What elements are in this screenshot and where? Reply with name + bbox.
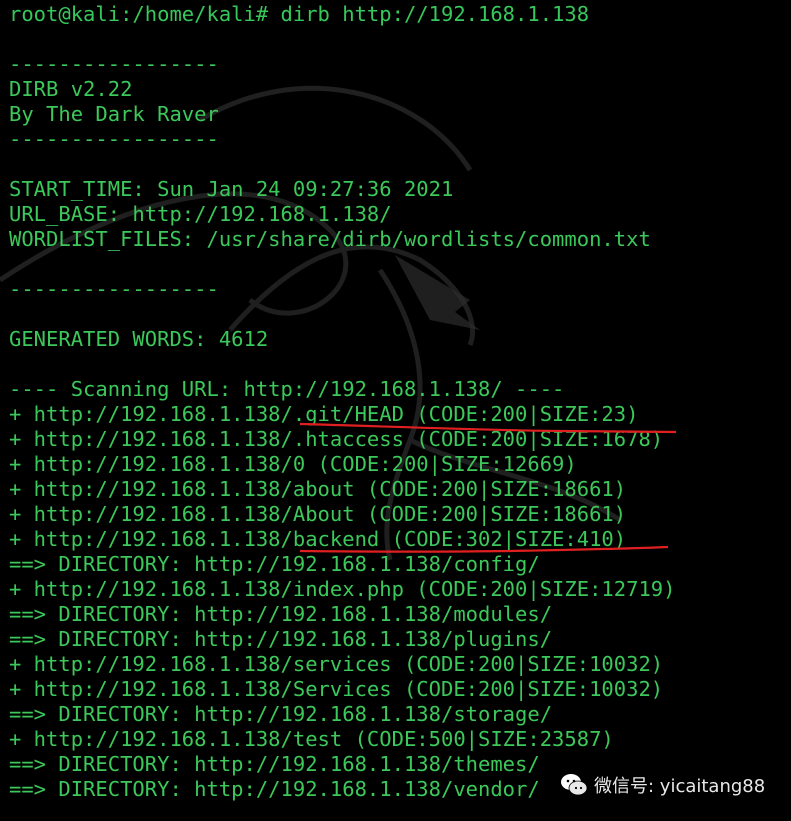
wechat-icon <box>561 774 588 796</box>
start-time-line: START_TIME: Sun Jan 24 09:27:36 2021 <box>9 177 454 201</box>
terminal-output: root@kali:/home/kali# dirb http://192.16… <box>9 2 791 802</box>
result-line: + http://192.168.1.138/.htaccess (CODE:2… <box>9 427 664 451</box>
result-line: + http://192.168.1.138/test (CODE:500|SI… <box>9 727 614 751</box>
terminal-window[interactable]: root@kali:/home/kali# dirb http://192.16… <box>0 0 791 821</box>
result-line: + http://192.168.1.138/Services (CODE:20… <box>9 677 664 701</box>
separator-line: ----------------- <box>9 277 219 301</box>
dirb-author: By The Dark Raver <box>9 102 219 126</box>
command-prompt-line: root@kali:/home/kali# dirb http://192.16… <box>9 2 590 26</box>
dirb-version: DIRB v2.22 <box>9 77 133 101</box>
watermark-text: 微信号: yicaitang88 <box>594 776 766 797</box>
result-line: + http://192.168.1.138/About (CODE:200|S… <box>9 502 627 526</box>
result-line: + http://192.168.1.138/index.php (CODE:2… <box>9 577 676 601</box>
generated-words-line: GENERATED WORDS: 4612 <box>9 327 269 351</box>
result-line: + http://192.168.1.138/about (CODE:200|S… <box>9 477 627 501</box>
directory-line: ==> DIRECTORY: http://192.168.1.138/modu… <box>9 602 553 626</box>
separator-line: ----------------- <box>9 127 219 151</box>
scanning-url-line: ---- Scanning URL: http://192.168.1.138/… <box>9 377 565 401</box>
result-line: + http://192.168.1.138/services (CODE:20… <box>9 652 664 676</box>
result-line: + http://192.168.1.138/backend (CODE:302… <box>9 527 627 551</box>
wechat-watermark: 微信号: yicaitang88 <box>560 768 765 802</box>
result-line: + http://192.168.1.138/.git/HEAD (CODE:2… <box>9 402 639 426</box>
directory-line: ==> DIRECTORY: http://192.168.1.138/conf… <box>9 552 540 576</box>
directory-line: ==> DIRECTORY: http://192.168.1.138/plug… <box>9 627 553 651</box>
result-line: + http://192.168.1.138/0 (CODE:200|SIZE:… <box>9 452 577 476</box>
directory-line: ==> DIRECTORY: http://192.168.1.138/stor… <box>9 702 553 726</box>
url-base-line: URL_BASE: http://192.168.1.138/ <box>9 202 392 226</box>
wordlist-line: WORDLIST_FILES: /usr/share/dirb/wordlist… <box>9 227 651 251</box>
separator-line: ----------------- <box>9 52 219 76</box>
